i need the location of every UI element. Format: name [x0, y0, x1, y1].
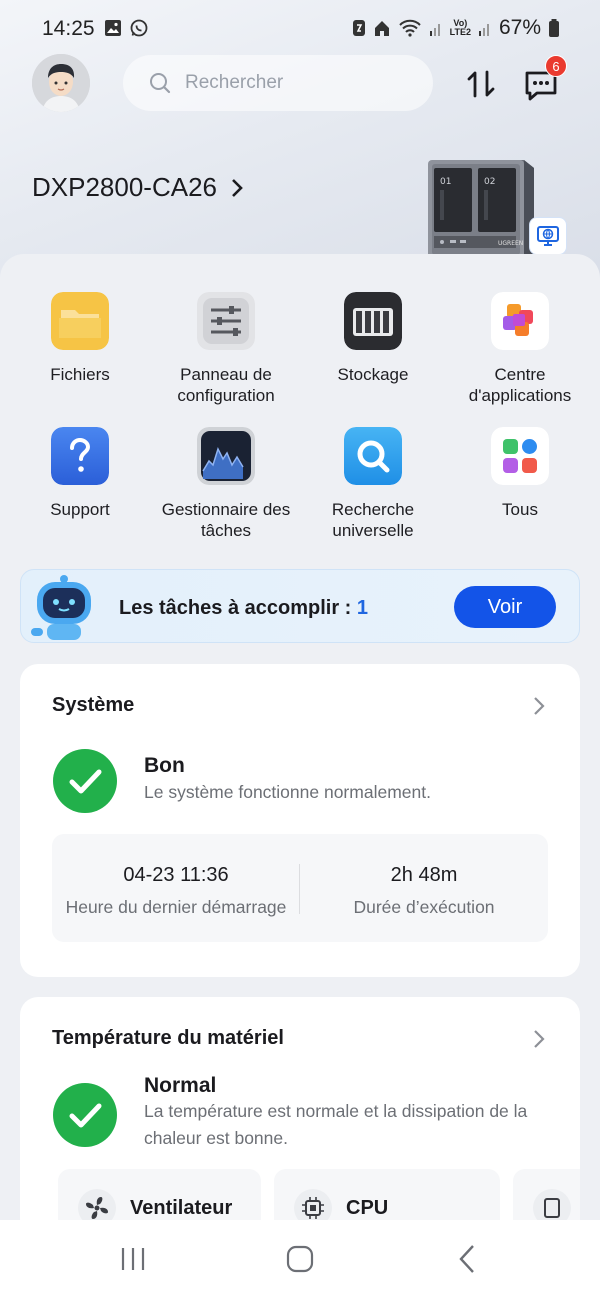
search-icon [344, 427, 402, 485]
app-all[interactable]: Tous [445, 427, 595, 520]
tasks-banner[interactable]: Les tâches à accomplir : 1 Voir [20, 569, 580, 643]
system-description: Le système fonctionne normalement. [144, 782, 431, 802]
gallery-icon [105, 20, 121, 36]
app-app-center[interactable]: Centre d'applications [445, 292, 595, 406]
back-icon [459, 1245, 474, 1273]
remote-access-button[interactable] [529, 217, 567, 255]
temperature-status: Normal [144, 1074, 217, 1097]
app-support[interactable]: Support [5, 427, 155, 520]
chevron-right-icon [232, 178, 243, 197]
app-universal-search[interactable]: Recherche universelle [298, 427, 448, 541]
back-button[interactable] [448, 1242, 488, 1276]
uptime-label: Durée d’exécution [353, 897, 495, 917]
home-button[interactable] [280, 1242, 320, 1276]
fan-label: Ventilateur [130, 1197, 233, 1219]
sync-icon [352, 20, 365, 36]
tasks-label: Les tâches à accomplir : 1 [119, 597, 369, 619]
status-time: 14:25 [42, 17, 95, 40]
sliders-icon [197, 292, 255, 350]
temperature-card-title: Température du matériel [52, 1027, 284, 1049]
storage-icon [344, 292, 402, 350]
robot-mascot-icon [31, 575, 91, 640]
uptime-stat: 2h 48m Durée d’exécution [300, 834, 548, 942]
app-task-manager[interactable]: Gestionnaire des tâches [151, 427, 301, 541]
search-input[interactable]: Rechercher [123, 55, 433, 111]
home-icon [374, 21, 389, 36]
device-selector[interactable]: DXP2800-CA26 [32, 172, 243, 203]
navigation-bar [0, 1220, 600, 1300]
notification-badge: 6 [545, 55, 567, 77]
device-name: DXP2800-CA26 [32, 172, 217, 202]
whatsapp-icon [130, 19, 148, 37]
uptime-value: 2h 48m [390, 864, 458, 886]
battery-percent: 67% [498, 16, 541, 39]
system-card[interactable]: Système Bon Le système fonctionne normal… [20, 664, 580, 977]
avatar[interactable] [32, 54, 90, 112]
search-placeholder: Rechercher [185, 72, 284, 93]
recent-apps-button[interactable] [113, 1242, 153, 1276]
last-boot-value: 04-23 11:36 [123, 864, 229, 886]
svg-text:UGREEN: UGREEN [498, 240, 523, 247]
system-status: Bon [144, 754, 185, 777]
signal-2-icon [478, 24, 489, 36]
home-nav-icon [286, 1245, 314, 1273]
app-files[interactable]: Fichiers [5, 292, 155, 385]
system-stats: 04-23 11:36 Heure du dernier démarrage 2… [52, 834, 548, 942]
task-manager-icon [197, 427, 255, 485]
tasks-count: 1 [356, 597, 369, 619]
check-icon [53, 749, 117, 813]
cpu-label: CPU [346, 1197, 389, 1219]
app-storage[interactable]: Stockage [298, 292, 448, 385]
temperature-description: La température est normale et la dissipa… [144, 1101, 528, 1148]
chevron-right-icon[interactable] [532, 1029, 546, 1049]
wifi-icon [398, 19, 421, 37]
status-bar: 14:25 Vo) LTE2 67% [0, 0, 600, 56]
nas-device-image: 01 02 UGREEN [428, 160, 534, 259]
temperature-card[interactable]: Température du matériel Normal La tempér… [20, 997, 580, 1237]
app-center-icon [491, 292, 549, 350]
chevron-right-icon[interactable] [532, 696, 546, 716]
question-icon [51, 427, 109, 485]
check-icon [53, 1083, 117, 1147]
system-card-title: Système [52, 694, 135, 716]
last-boot-stat: 04-23 11:36 Heure du dernier démarrage [52, 834, 300, 942]
svg-text:01: 01 [440, 177, 451, 187]
voir-button[interactable]: Voir [454, 586, 556, 628]
signal-1-icon [429, 24, 440, 36]
avatar-face-icon [32, 54, 90, 112]
volte-indicator: Vo) LTE2 [449, 18, 471, 37]
battery-icon [549, 19, 559, 37]
folder-icon [51, 292, 109, 350]
globe-monitor-icon [537, 226, 559, 246]
app-control-panel[interactable]: Panneau de configuration [151, 292, 301, 406]
recent-apps-icon [121, 1248, 145, 1270]
all-apps-icon [491, 427, 549, 485]
last-boot-label: Heure du dernier démarrage [65, 897, 287, 917]
transfer-icon[interactable] [463, 66, 499, 102]
svg-text:02: 02 [484, 177, 495, 187]
search-icon [150, 73, 171, 94]
